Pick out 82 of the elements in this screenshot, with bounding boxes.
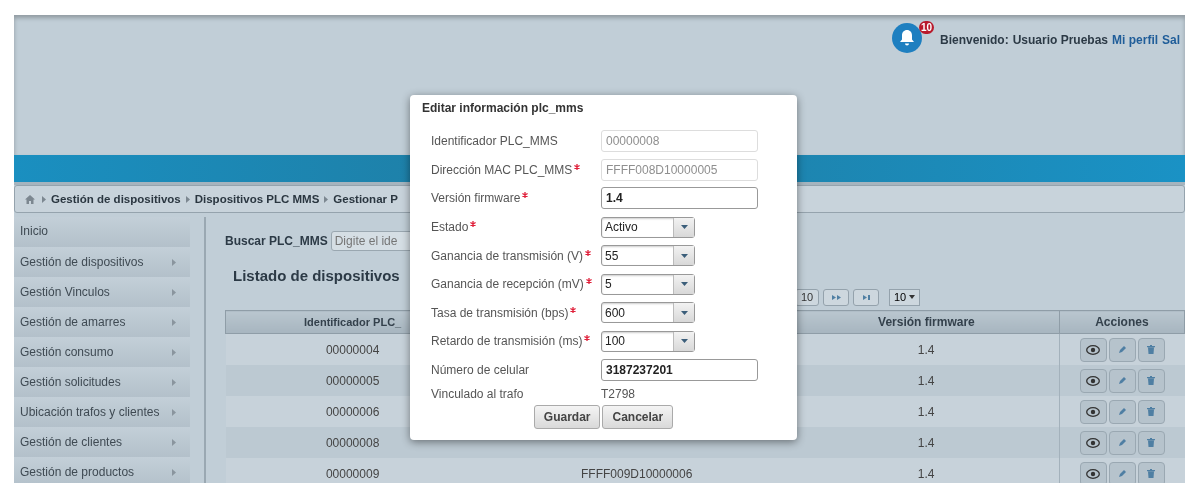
trash-icon <box>1147 376 1156 385</box>
dropdown[interactable]: 100 <box>601 330 695 352</box>
delete-button[interactable] <box>1137 399 1165 424</box>
sidebar-item[interactable]: Gestión de amarres <box>14 307 190 337</box>
text-field[interactable]: 3187237201 <box>601 359 758 382</box>
trash-icon <box>1147 469 1156 478</box>
list-title: Listado de dispositivos <box>233 267 400 284</box>
caret-icon <box>909 295 916 299</box>
search-label: Buscar PLC_MMS <box>225 234 328 248</box>
sidebar-item[interactable]: Gestión consumo <box>14 337 190 367</box>
field-label: Estado <box>431 220 469 235</box>
pencil-icon <box>1118 345 1127 354</box>
trash-icon <box>1147 407 1156 416</box>
delete-button[interactable] <box>1137 461 1165 483</box>
separator-icon <box>42 195 46 203</box>
sidebar-item[interactable]: Gestión solicitudes <box>14 367 190 397</box>
breadcrumb-link[interactable]: Dispositivos PLC MMS <box>194 193 320 205</box>
pencil-icon <box>1118 438 1127 447</box>
table-cell: 00000009 <box>225 458 480 483</box>
header-link[interactable]: Mi perfil <box>1112 33 1159 47</box>
table-cell: 1.4 <box>793 458 1060 483</box>
view-button[interactable] <box>1079 430 1107 455</box>
sidebar-item[interactable]: Gestión Vinculos <box>14 277 190 307</box>
separator-icon <box>324 195 329 203</box>
home-icon[interactable] <box>25 194 35 204</box>
dropdown[interactable]: 55 <box>601 245 695 267</box>
caret-icon <box>680 253 688 258</box>
bell-icon[interactable] <box>892 23 922 53</box>
view-button[interactable] <box>1079 399 1107 424</box>
dialog-title: Editar información plc_mms <box>422 101 585 115</box>
view-button[interactable] <box>1079 461 1107 483</box>
table-cell: 1.4 <box>793 427 1060 458</box>
dropdown[interactable]: Activo <box>601 216 695 238</box>
page-button[interactable]: 10 <box>795 288 819 306</box>
caret-icon <box>680 282 688 287</box>
last-page-button[interactable] <box>853 288 879 306</box>
user-name: Usuario Pruebas <box>1012 33 1109 47</box>
caret-icon <box>680 339 688 344</box>
dialog-button[interactable]: Guardar <box>533 405 601 430</box>
welcome-label: Bienvenido: <box>940 33 1009 47</box>
next-icon <box>831 294 841 300</box>
view-button[interactable] <box>1079 337 1107 362</box>
field-label: Dirección MAC PLC_MMS <box>431 162 573 177</box>
sidebar-item[interactable]: Inicio <box>14 217 190 247</box>
sidebar-item[interactable]: Gestión de clientes <box>14 427 190 457</box>
pencil-icon <box>1118 376 1127 385</box>
breadcrumb-link[interactable]: Gestión de dispositivos <box>51 193 181 205</box>
field-label: Identificador PLC_MMS <box>431 134 558 149</box>
notification-badge: 10 <box>919 21 935 34</box>
trash-icon <box>1147 438 1156 447</box>
breadcrumb-link[interactable]: Gestionar P <box>333 193 398 205</box>
separator-icon <box>185 195 190 203</box>
dialog-button[interactable]: Cancelar <box>602 405 674 430</box>
pencil-icon <box>1118 407 1127 416</box>
field-label: Versión firmware <box>431 191 521 206</box>
column-header: Acciones <box>1059 310 1185 334</box>
next-page-button[interactable] <box>823 288 849 306</box>
page-size-select[interactable]: 10 <box>889 288 921 306</box>
delete-button[interactable] <box>1137 430 1165 455</box>
header-link[interactable]: Sal <box>1162 33 1181 47</box>
caret-icon <box>680 225 688 230</box>
field-value: T2798 <box>601 386 636 401</box>
eye-icon <box>1086 375 1101 386</box>
text-field[interactable]: 1.4 <box>601 187 758 210</box>
pencil-icon <box>1118 469 1127 478</box>
delete-button[interactable] <box>1137 368 1165 393</box>
eye-icon <box>1086 406 1101 417</box>
eye-icon <box>1086 344 1101 355</box>
dropdown[interactable]: 600 <box>601 302 695 324</box>
view-button[interactable] <box>1079 368 1107 393</box>
dropdown[interactable]: 5 <box>601 273 695 295</box>
field-label: Ganancia de transmisión (V) <box>431 248 584 263</box>
eye-icon <box>1086 437 1101 448</box>
eye-icon <box>1086 468 1101 479</box>
sidebar-item[interactable]: Ubicación trafos y clientes <box>14 397 190 427</box>
field-label: Ganancia de recepción (mV) <box>431 277 584 292</box>
sidebar-item[interactable]: Gestión de dispositivos <box>14 247 190 277</box>
caret-icon <box>680 310 688 315</box>
delete-button[interactable] <box>1137 337 1165 362</box>
last-icon <box>862 294 870 300</box>
trash-icon <box>1147 345 1156 354</box>
table-cell: FFFF009D10000006 <box>479 458 794 483</box>
